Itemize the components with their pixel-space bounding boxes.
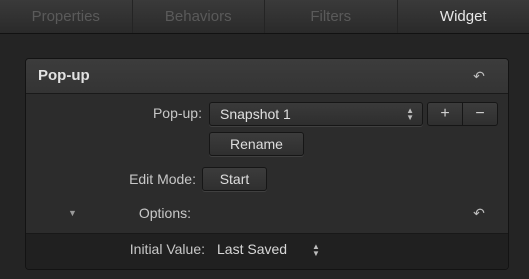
rename-button[interactable]: Rename <box>209 132 304 156</box>
tab-behaviors[interactable]: Behaviors <box>133 0 265 33</box>
snapshot-popup[interactable]: Snapshot 1 ▲ ▼ <box>209 102 423 126</box>
add-snapshot-button[interactable]: + <box>428 103 462 125</box>
initial-value-label: Initial Value: <box>129 241 205 257</box>
tab-properties[interactable]: Properties <box>0 0 133 33</box>
options-reset-arrow-icon[interactable]: ↶ <box>472 206 486 220</box>
add-remove-buttons: + − <box>427 102 498 126</box>
popup-section: Pop-up ↶ Pop-up: Snapshot 1 ▲ ▼ + − Renam… <box>25 58 509 270</box>
up-down-arrows-icon[interactable]: ▲ ▼ <box>312 243 320 258</box>
remove-snapshot-button[interactable]: − <box>462 103 497 125</box>
tab-filters[interactable]: Filters <box>265 0 398 33</box>
section-header: Pop-up ↶ <box>26 59 508 94</box>
reset-arrow-icon[interactable]: ↶ <box>472 69 486 83</box>
edit-mode-label: Edit Mode: <box>129 171 196 187</box>
popup-label: Pop-up: <box>152 105 202 121</box>
up-down-arrows-icon: ▲ ▼ <box>406 106 414 122</box>
section-title: Pop-up <box>38 67 90 84</box>
tab-widget[interactable]: Widget <box>398 0 529 33</box>
disclosure-triangle-icon[interactable]: ▼ <box>68 208 77 218</box>
popup-selected-value: Snapshot 1 <box>220 106 291 122</box>
start-edit-mode-button[interactable]: Start <box>202 167 267 191</box>
inspector-tabbar: Properties Behaviors Filters Widget <box>0 0 529 34</box>
initial-value-popup[interactable]: Last Saved <box>217 241 287 257</box>
options-label: Options: <box>138 205 191 221</box>
